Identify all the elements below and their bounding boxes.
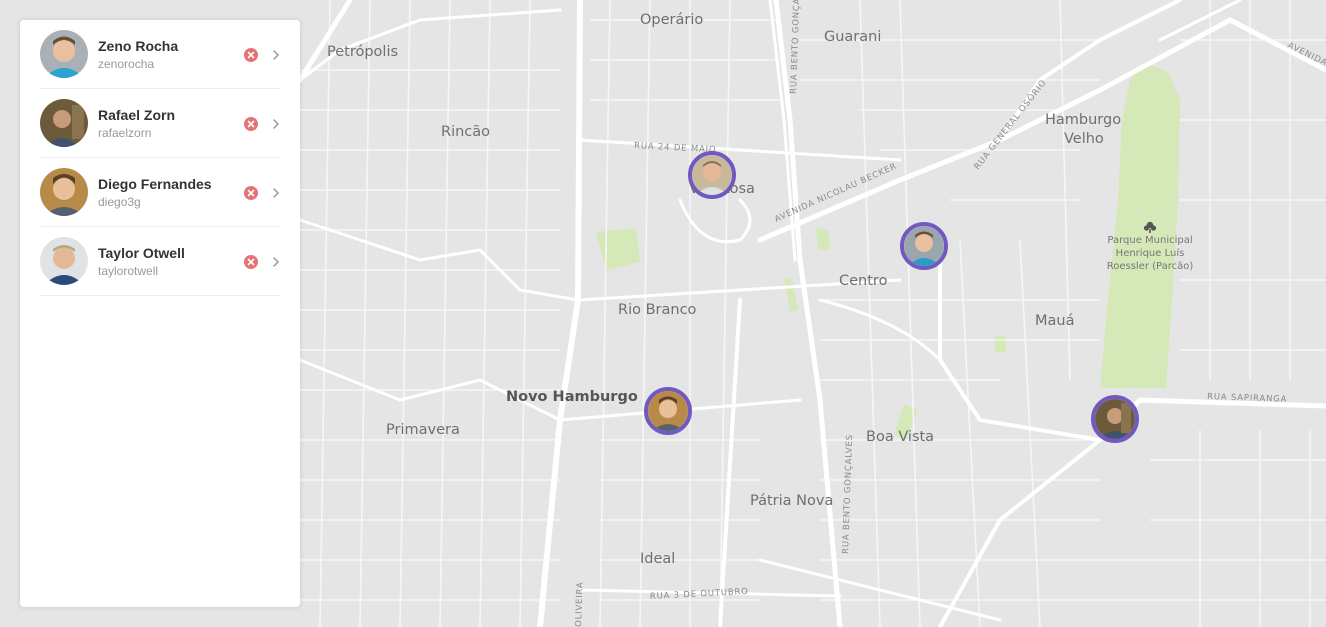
user-map-marker[interactable] [1091, 395, 1139, 443]
user-list-item[interactable]: Rafael Zorn rafaelzorn [40, 89, 280, 158]
label-velho: Velho [1064, 131, 1104, 147]
user-name: Zeno Rocha [98, 37, 179, 54]
user-info: Diego Fernandes diego3g [98, 175, 212, 210]
remove-user-button[interactable] [244, 117, 258, 131]
avatar-photo-icon [904, 226, 944, 266]
avatar-photo-icon [692, 155, 732, 195]
avatar [40, 30, 88, 78]
label-ideal: Ideal [640, 551, 675, 567]
park-label-line-1: Parque Municipal [1107, 235, 1192, 246]
label-primavera: Primavera [386, 422, 460, 438]
user-list-item[interactable]: Diego Fernandes diego3g [40, 158, 280, 227]
user-list-item[interactable]: Zeno Rocha zenorocha [40, 20, 280, 89]
remove-user-button[interactable] [244, 48, 258, 62]
remove-user-button[interactable] [244, 186, 258, 200]
user-map-marker[interactable] [688, 151, 736, 199]
avatar [40, 168, 88, 216]
user-info: Rafael Zorn rafaelzorn [98, 106, 175, 141]
user-login: diego3g [98, 194, 141, 209]
user-map-marker[interactable] [900, 222, 948, 270]
user-name: Rafael Zorn [98, 106, 176, 123]
label-guarani: Guarani [824, 29, 881, 45]
user-login: taylorotwell [98, 263, 159, 278]
user-list-item[interactable]: Taylor Otwell taylorotwell [40, 227, 280, 296]
user-list-panel: Zeno Rocha zenorocha Rafael Zorn rafaelz… [20, 20, 300, 607]
street-oliveira-edge: OLIVEIRA [574, 581, 586, 627]
user-list: Zeno Rocha zenorocha Rafael Zorn rafaelz… [40, 20, 280, 296]
avatar [40, 99, 88, 147]
label-rincao: Rincão [441, 124, 490, 140]
chevron-right-icon[interactable] [272, 255, 280, 269]
user-name: Taylor Otwell [98, 244, 185, 261]
label-rio-branco: Rio Branco [618, 302, 697, 318]
close-circle-icon [247, 120, 255, 128]
user-login: zenorocha [98, 56, 155, 71]
label-patria-nova: Pátria Nova [750, 493, 833, 509]
avatar [40, 237, 88, 285]
label-novo-hamburgo: Novo Hamburgo [506, 389, 638, 405]
label-maua: Mauá [1035, 313, 1074, 329]
chevron-right-icon[interactable] [272, 48, 280, 62]
label-boa-vista: Boa Vista [866, 429, 934, 445]
park-label-line-2: Henrique Luís [1116, 247, 1185, 259]
remove-user-button[interactable] [244, 255, 258, 269]
avatar-photo-icon [1095, 399, 1135, 439]
label-hamburgo: Hamburgo [1045, 112, 1121, 128]
close-circle-icon [247, 258, 255, 266]
user-login: rafaelzorn [98, 125, 152, 140]
park-label-line-3: Roessler (Parcão) [1107, 261, 1194, 272]
avatar-photo-icon [648, 391, 688, 431]
chevron-right-icon[interactable] [272, 186, 280, 200]
user-info: Taylor Otwell taylorotwell [98, 244, 185, 279]
label-petropolis: Petrópolis [327, 44, 398, 60]
chevron-right-icon[interactable] [272, 117, 280, 131]
close-circle-icon [247, 51, 255, 59]
user-map-marker[interactable] [644, 387, 692, 435]
label-centro: Centro [839, 273, 888, 289]
user-info: Zeno Rocha zenorocha [98, 37, 178, 72]
close-circle-icon [247, 189, 255, 197]
user-name: Diego Fernandes [98, 175, 212, 192]
label-operario: Operário [640, 12, 703, 28]
